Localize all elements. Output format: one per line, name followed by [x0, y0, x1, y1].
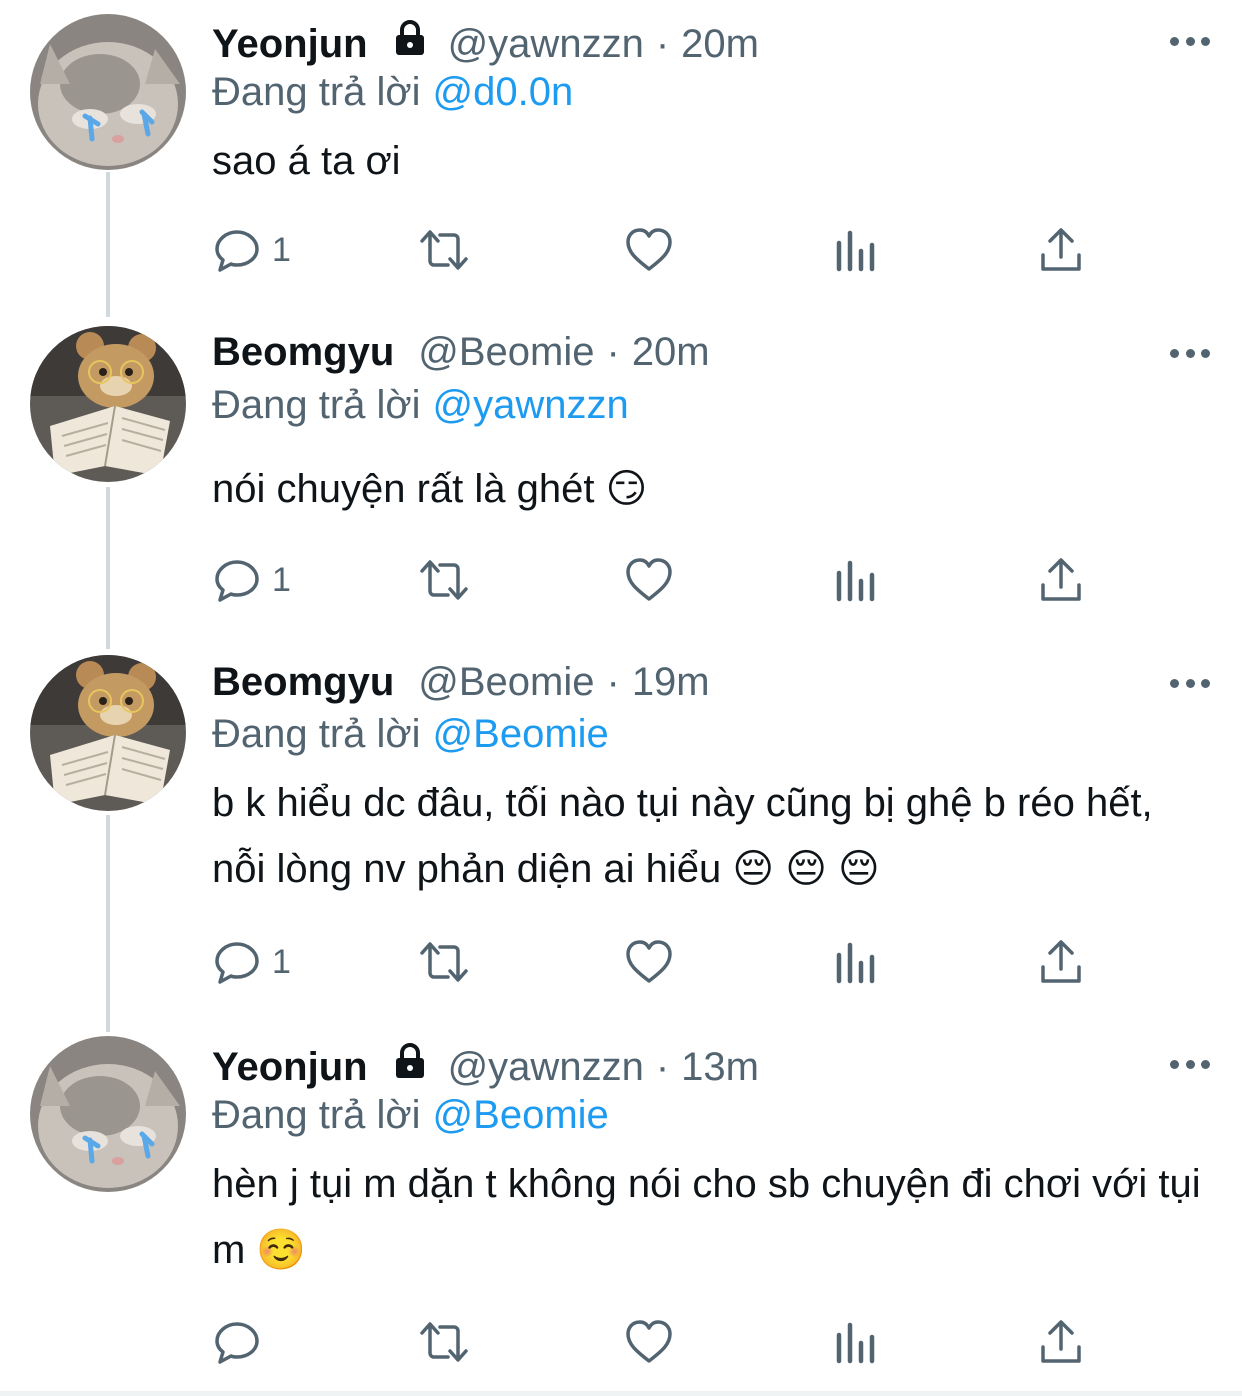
author-handle[interactable]: @Beomie	[418, 330, 594, 375]
retweet-icon	[420, 942, 468, 982]
retweet-icon	[420, 560, 468, 600]
analytics-icon	[836, 230, 875, 272]
analytics-icon	[836, 942, 875, 984]
separator: ·	[655, 21, 670, 66]
action-bar	[212, 1317, 1092, 1367]
author-name[interactable]: Yeonjun	[212, 22, 368, 67]
more-options-icon[interactable]	[1170, 1058, 1210, 1070]
heart-icon	[626, 228, 672, 271]
author-handle[interactable]: @yawnzzn	[448, 1045, 644, 1090]
heart-icon	[626, 558, 672, 601]
reply-button[interactable]	[212, 1317, 272, 1367]
reply-prefix: Đang trả lời	[212, 1093, 421, 1137]
share-button[interactable]	[1038, 1317, 1084, 1367]
reply-icon	[215, 560, 259, 602]
tweet-text: sao á ta ơi	[212, 139, 401, 183]
action-bar: 1	[212, 555, 1092, 605]
author-name[interactable]: Beomgyu	[212, 330, 394, 375]
reply-button[interactable]: 1	[212, 225, 291, 275]
retweet-button[interactable]	[416, 937, 472, 987]
share-button[interactable]	[1038, 937, 1084, 987]
reply-prefix: Đang trả lời	[212, 383, 421, 427]
analytics-button[interactable]	[834, 555, 880, 605]
share-icon	[1041, 228, 1081, 271]
avatar[interactable]	[30, 655, 186, 811]
retweet-button[interactable]	[416, 555, 472, 605]
avatar[interactable]	[30, 14, 186, 170]
reply-icon	[215, 942, 259, 984]
retweet-button[interactable]	[416, 1317, 472, 1367]
reply-count: 1	[272, 560, 291, 599]
reply-mention-link[interactable]: @d0.0n	[433, 70, 574, 114]
author-name[interactable]: Beomgyu	[212, 660, 394, 705]
reply-context: Đang trả lời @yawnzzn	[212, 383, 629, 428]
more-options-icon[interactable]	[1170, 347, 1210, 359]
reply-icon	[215, 1322, 259, 1364]
reply-icon	[215, 230, 259, 272]
author-handle[interactable]: @Beomie	[418, 660, 594, 705]
separator: ·	[606, 659, 620, 704]
retweet-button[interactable]	[416, 225, 472, 275]
reply-count: 1	[272, 942, 291, 981]
timestamp[interactable]: 19m	[632, 660, 710, 705]
like-button[interactable]	[624, 225, 674, 275]
reply-context: Đang trả lời @Beomie	[212, 712, 609, 757]
reply-button[interactable]: 1	[212, 555, 291, 605]
divider	[0, 1391, 1242, 1396]
like-button[interactable]	[624, 555, 674, 605]
share-icon	[1041, 558, 1081, 601]
like-button[interactable]	[624, 1317, 674, 1367]
heart-icon	[626, 940, 672, 983]
avatar[interactable]	[30, 326, 186, 482]
reply-prefix: Đang trả lời	[212, 70, 421, 114]
heart-icon	[626, 1320, 672, 1363]
timestamp[interactable]: 20m	[632, 330, 710, 375]
separator: ·	[655, 1044, 670, 1089]
tweet-text: hèn j tụi m dặn t không nói cho sb chuyệ…	[212, 1162, 1212, 1272]
reply-prefix: Đang trả lời	[212, 712, 421, 756]
thread-connector	[106, 815, 110, 1032]
retweet-icon	[420, 1322, 468, 1362]
lock-icon	[390, 19, 430, 69]
analytics-button[interactable]	[834, 937, 880, 987]
action-bar: 1	[212, 937, 1092, 987]
share-button[interactable]	[1038, 555, 1084, 605]
reply-mention-link[interactable]: @Beomie	[433, 1093, 609, 1137]
analytics-button[interactable]	[834, 1317, 880, 1367]
reply-mention-link[interactable]: @Beomie	[433, 712, 609, 756]
more-options-icon[interactable]	[1170, 35, 1210, 47]
reply-count: 1	[272, 230, 291, 269]
timestamp[interactable]: 20m	[681, 22, 759, 67]
action-bar: 1	[212, 225, 1092, 275]
lock-icon	[390, 1042, 430, 1092]
separator: ·	[606, 329, 620, 374]
reply-context: Đang trả lời @d0.0n	[212, 70, 573, 115]
author-name[interactable]: Yeonjun	[212, 1045, 368, 1090]
reply-context: Đang trả lời @Beomie	[212, 1093, 609, 1138]
reply-button[interactable]: 1	[212, 937, 291, 987]
share-button[interactable]	[1038, 225, 1084, 275]
analytics-icon	[836, 560, 875, 602]
thread-connector	[106, 487, 110, 649]
tweet-text: nói chuyện rất là ghét 😏	[212, 467, 648, 511]
author-handle[interactable]: @yawnzzn	[448, 22, 644, 67]
share-icon	[1041, 1320, 1081, 1363]
timestamp[interactable]: 13m	[681, 1045, 759, 1090]
analytics-button[interactable]	[834, 225, 880, 275]
more-options-icon[interactable]	[1170, 677, 1210, 689]
like-button[interactable]	[624, 937, 674, 987]
tweet-text: b k hiểu dc đâu, tối nào tụi này cũng bị…	[212, 781, 1164, 891]
avatar[interactable]	[30, 1036, 186, 1192]
reply-mention-link[interactable]: @yawnzzn	[433, 383, 629, 427]
analytics-icon	[836, 1322, 875, 1364]
share-icon	[1041, 940, 1081, 983]
retweet-icon	[420, 230, 468, 270]
thread-connector	[106, 172, 110, 317]
